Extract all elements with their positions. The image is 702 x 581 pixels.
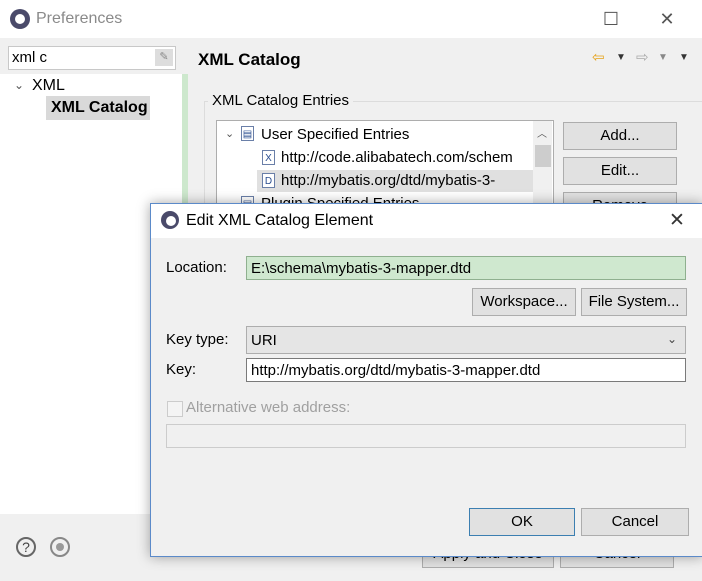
key-type-label: Key type: (166, 331, 229, 348)
view-menu-icon[interactable]: ▼ (679, 52, 689, 63)
help-icon[interactable]: ? (16, 537, 36, 557)
alternative-address-label: Alternative web address: (186, 399, 351, 416)
window-title: Preferences (36, 10, 123, 27)
page-title: XML Catalog (198, 50, 301, 69)
file-system-button[interactable]: File System... (581, 288, 687, 316)
key-type-value: URI (251, 332, 277, 349)
import-export-dot (56, 543, 64, 551)
group-label: XML Catalog Entries (208, 92, 354, 109)
eclipse-icon (10, 9, 30, 29)
edit-catalog-element-dialog: Edit XML Catalog Element ✕ Location: E:\… (150, 203, 702, 557)
close-window-button[interactable]: ✕ (656, 8, 678, 30)
edit-button[interactable]: Edit... (563, 157, 677, 185)
catalog-entries-tree[interactable]: ⌄ ▤ User Specified Entries X http://code… (216, 120, 554, 212)
tree-item-xml-catalog[interactable]: XML Catalog (51, 99, 148, 117)
workspace-button[interactable]: Workspace... (472, 288, 576, 316)
tree-item-xml[interactable]: XML (32, 77, 65, 95)
xsd-file-icon: X (262, 150, 275, 165)
alternative-address-field[interactable] (166, 424, 686, 448)
location-field[interactable]: E:\schema\mybatis-3-mapper.dtd (246, 256, 686, 280)
catalog-icon: ▤ (241, 126, 254, 141)
location-label: Location: (166, 259, 227, 276)
scrollbar-thumb[interactable] (535, 145, 551, 167)
dtd-file-icon: D (262, 173, 275, 188)
key-label: Key: (166, 361, 197, 378)
forward-dropdown-icon[interactable]: ▼ (658, 52, 668, 63)
eclipse-icon (161, 211, 179, 229)
chevron-down-icon: ⌄ (667, 332, 678, 346)
filter-input[interactable]: xml c ✎ (8, 46, 176, 70)
back-dropdown-icon[interactable]: ▼ (616, 52, 626, 63)
ok-button[interactable]: OK (469, 508, 575, 536)
cancel-button[interactable]: Cancel (581, 508, 689, 536)
alternative-address-checkbox[interactable] (167, 401, 183, 417)
clear-filter-icon[interactable]: ✎ (155, 49, 173, 66)
entry-alibaba[interactable]: http://code.alibabatech.com/schem (281, 149, 513, 166)
dialog-titlebar: Edit XML Catalog Element ✕ (151, 204, 702, 238)
chevron-down-icon[interactable]: ⌄ (14, 78, 24, 92)
key-field[interactable]: http://mybatis.org/dtd/mybatis-3-mapper.… (246, 358, 686, 382)
close-icon[interactable]: ✕ (669, 209, 685, 232)
add-button[interactable]: Add... (563, 122, 677, 150)
chevron-down-icon[interactable]: ⌄ (225, 127, 234, 140)
entry-mybatis[interactable]: http://mybatis.org/dtd/mybatis-3- (281, 172, 495, 189)
dialog-title: Edit XML Catalog Element (186, 212, 374, 229)
forward-arrow-icon[interactable]: ⇨ (636, 48, 649, 66)
maximize-button[interactable]: ☐ (600, 8, 622, 30)
filter-value: xml c (12, 49, 47, 66)
entry-user-specified[interactable]: User Specified Entries (261, 126, 409, 143)
preferences-titlebar: Preferences ☐ ✕ (0, 0, 702, 38)
back-arrow-icon[interactable]: ⇦ (592, 48, 605, 66)
import-export-icon[interactable] (50, 537, 70, 557)
key-type-select[interactable]: URI ⌄ (246, 326, 686, 354)
scroll-up-icon[interactable]: ︿ (537, 125, 547, 140)
